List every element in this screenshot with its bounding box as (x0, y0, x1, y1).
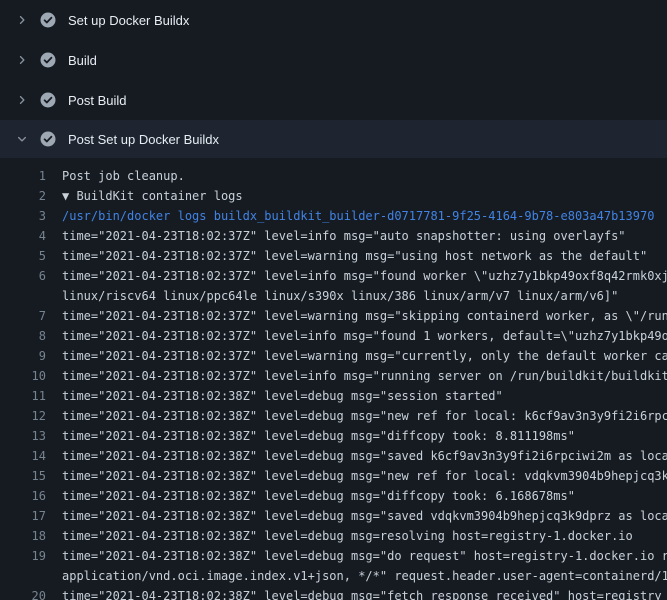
log-text: ▼ BuildKit container logs (62, 186, 243, 206)
line-number: 7 (0, 306, 46, 326)
log-line: 1 Post job cleanup. (0, 166, 667, 186)
line-number: 10 (0, 366, 46, 386)
log-line: 7 time="2021-04-23T18:02:37Z" level=warni… (0, 306, 667, 326)
success-check-icon (40, 12, 56, 28)
line-number: 17 (0, 506, 46, 526)
section-title: Post Build (68, 93, 127, 108)
log-text: time="2021-04-23T18:02:38Z" level=debug … (62, 386, 503, 406)
success-check-icon (40, 131, 56, 147)
success-check-icon (40, 52, 56, 68)
line-number: 3 (0, 206, 46, 226)
section-header-post-set-up-docker-buildx[interactable]: Post Set up Docker Buildx (0, 120, 667, 158)
log-text: time="2021-04-23T18:02:37Z" level=info m… (62, 226, 626, 246)
line-number: 14 (0, 446, 46, 466)
log-line: 10 time="2021-04-23T18:02:37Z" level=info… (0, 366, 667, 386)
log-line: 16 time="2021-04-23T18:02:38Z" level=debu… (0, 486, 667, 506)
chevron-right-icon[interactable] (14, 92, 30, 108)
line-number: 18 (0, 526, 46, 546)
line-number (0, 286, 46, 306)
sections-list: Set up Docker Buildx Build Post Build Post … (0, 0, 667, 158)
line-number: 4 (0, 226, 46, 246)
log-line: 6 time="2021-04-23T18:02:37Z" level=info … (0, 266, 667, 286)
section-header-set-up-docker-buildx[interactable]: Set up Docker Buildx (0, 0, 667, 40)
log-text: time="2021-04-23T18:02:38Z" level=debug … (62, 486, 575, 506)
line-number: 12 (0, 406, 46, 426)
log-text: time="2021-04-23T18:02:38Z" level=debug … (62, 406, 667, 426)
log-line: 12 time="2021-04-23T18:02:38Z" level=debu… (0, 406, 667, 426)
success-check-icon (40, 92, 56, 108)
log-text: time="2021-04-23T18:02:37Z" level=warnin… (62, 246, 647, 266)
log-text: time="2021-04-23T18:02:38Z" level=debug … (62, 586, 662, 600)
chevron-right-icon[interactable] (14, 12, 30, 28)
section-title: Set up Docker Buildx (68, 13, 189, 28)
log-text: time="2021-04-23T18:02:37Z" level=warnin… (62, 306, 667, 326)
section-title: Build (68, 53, 97, 68)
log-line: 8 time="2021-04-23T18:02:37Z" level=info … (0, 326, 667, 346)
line-number (0, 566, 46, 586)
log-line: 11 time="2021-04-23T18:02:38Z" level=debu… (0, 386, 667, 406)
log-line: 9 time="2021-04-23T18:02:37Z" level=warni… (0, 346, 667, 366)
log-command-line: 3/usr/bin/docker logs buildx_buildkit_bu… (0, 206, 667, 226)
log-wrap-line: linux/riscv64 linux/ppc64le linux/s390x … (0, 286, 667, 306)
log-line: 17 time="2021-04-23T18:02:38Z" level=debu… (0, 506, 667, 526)
log-text: time="2021-04-23T18:02:37Z" level=info m… (62, 266, 667, 286)
chevron-right-icon[interactable] (14, 52, 30, 68)
log-text: time="2021-04-23T18:02:38Z" level=debug … (62, 526, 633, 546)
log-line: 4 time="2021-04-23T18:02:37Z" level=info … (0, 226, 667, 246)
section-title: Post Set up Docker Buildx (68, 132, 219, 147)
log-text: time="2021-04-23T18:02:38Z" level=debug … (62, 426, 575, 446)
line-number: 13 (0, 426, 46, 446)
log-line: 20 time="2021-04-23T18:02:38Z" level=debu… (0, 586, 667, 600)
log-text: /usr/bin/docker logs buildx_buildkit_bui… (62, 206, 654, 226)
actions-log-viewer: Set up Docker Buildx Build Post Build Post … (0, 0, 667, 600)
chevron-down-icon[interactable] (14, 131, 30, 147)
log-line: 18 time="2021-04-23T18:02:38Z" level=debu… (0, 526, 667, 546)
line-number: 19 (0, 546, 46, 566)
log-line: 13 time="2021-04-23T18:02:38Z" level=debu… (0, 426, 667, 446)
log-text: time="2021-04-23T18:02:38Z" level=debug … (62, 466, 667, 486)
section-header-post-build[interactable]: Post Build (0, 80, 667, 120)
line-number: 11 (0, 386, 46, 406)
log-text: time="2021-04-23T18:02:38Z" level=debug … (62, 546, 667, 566)
log-text: time="2021-04-23T18:02:38Z" level=debug … (62, 506, 667, 526)
log-wrap-line: application/vnd.oci.image.index.v1+json,… (0, 566, 667, 586)
log-line: 19 time="2021-04-23T18:02:38Z" level=debu… (0, 546, 667, 566)
line-number: 1 (0, 166, 46, 186)
line-number: 15 (0, 466, 46, 486)
log-text: linux/riscv64 linux/ppc64le linux/s390x … (62, 286, 618, 306)
log-body: 1 Post job cleanup. 2 ▼ BuildKit container … (0, 158, 667, 600)
log-group-line[interactable]: 2 ▼ BuildKit container logs (0, 186, 667, 206)
line-number: 20 (0, 586, 46, 600)
section-header-build[interactable]: Build (0, 40, 667, 80)
line-number: 5 (0, 246, 46, 266)
line-number: 8 (0, 326, 46, 346)
log-text: Post job cleanup. (62, 166, 185, 186)
log-line: 5 time="2021-04-23T18:02:37Z" level=warni… (0, 246, 667, 266)
line-number: 9 (0, 346, 46, 366)
log-line: 15 time="2021-04-23T18:02:38Z" level=debu… (0, 466, 667, 486)
line-number: 6 (0, 266, 46, 286)
line-number: 2 (0, 186, 46, 206)
line-number: 16 (0, 486, 46, 506)
log-text: time="2021-04-23T18:02:38Z" level=debug … (62, 446, 667, 466)
log-text: time="2021-04-23T18:02:37Z" level=info m… (62, 326, 667, 346)
log-text: time="2021-04-23T18:02:37Z" level=warnin… (62, 346, 667, 366)
log-text: application/vnd.oci.image.index.v1+json,… (62, 566, 667, 586)
log-text: time="2021-04-23T18:02:37Z" level=info m… (62, 366, 667, 386)
log-line: 14 time="2021-04-23T18:02:38Z" level=debu… (0, 446, 667, 466)
